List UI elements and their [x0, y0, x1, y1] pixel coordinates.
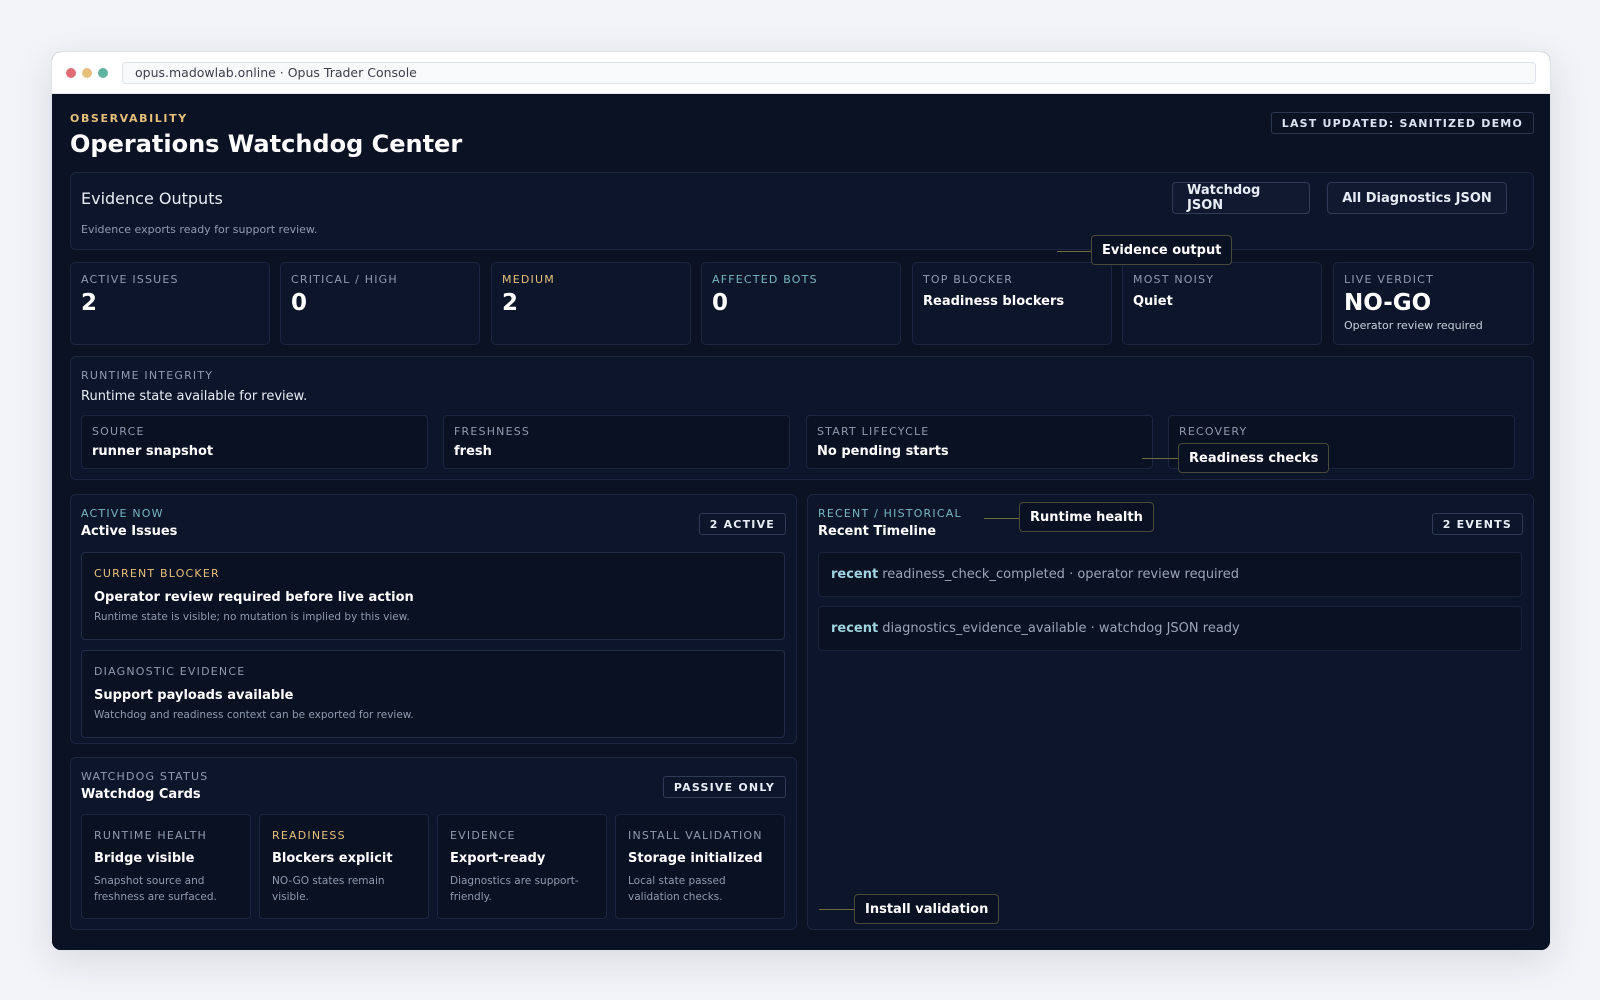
watchdog-cards-panel: WATCHDOG STATUS Watchdog Cards PASSIVE O…	[70, 757, 797, 930]
callout-leader	[819, 909, 855, 910]
metric-value: 2	[81, 290, 98, 316]
metric-label: LIVE VERDICT	[1344, 273, 1434, 286]
metric-critical-high: CRITICAL / HIGH 0	[280, 262, 480, 345]
page-eyebrow: OBSERVABILITY	[70, 112, 188, 125]
metric-value: 0	[291, 290, 308, 316]
all-diagnostics-json-button[interactable]: All Diagnostics JSON	[1327, 182, 1507, 214]
watchdog-card-label: RUNTIME HEALTH	[94, 829, 207, 842]
metric-value: Readiness blockers	[923, 294, 1065, 309]
runtime-card-label: SOURCE	[92, 425, 145, 438]
runtime-card-label: FRESHNESS	[454, 425, 531, 438]
callout-leader	[1142, 458, 1178, 459]
watchdog-card-title: Blockers explicit	[272, 851, 393, 866]
metric-live-verdict: LIVE VERDICT NO-GO Operator review requi…	[1333, 262, 1534, 345]
watchdog-card-title: Storage initialized	[628, 851, 763, 866]
event-tag: recent	[831, 567, 879, 582]
watchdog-card-desc: NO-GO states remain visible.	[272, 875, 385, 903]
timeline-event[interactable]: recent readiness_check_completed · opera…	[818, 552, 1522, 597]
metric-value: NO-GO	[1344, 290, 1432, 316]
callout-runtime-health: Runtime health	[1019, 502, 1154, 532]
browser-chrome: opus.madowlab.online · Opus Trader Conso…	[52, 52, 1550, 94]
close-window-icon[interactable]	[66, 67, 76, 78]
callout-readiness-checks: Readiness checks	[1178, 443, 1330, 473]
timeline-count-badge: 2 EVENTS	[1431, 513, 1523, 535]
watchdog-title: Watchdog Cards	[81, 787, 201, 802]
watchdog-card-desc: Snapshot source and freshness are surfac…	[94, 875, 217, 903]
issue-current-blocker[interactable]: CURRENT BLOCKER Operator review required…	[81, 552, 785, 640]
callout-install-validation: Install validation	[854, 894, 1000, 924]
metric-active-issues: ACTIVE ISSUES 2	[70, 262, 270, 345]
metric-affected-bots: AFFECTED BOTS 0	[701, 262, 901, 345]
issue-title: Operator review required before live act…	[94, 590, 414, 605]
recent-timeline-panel: RECENT / HISTORICAL Recent Timeline 2 EV…	[807, 494, 1534, 930]
runtime-subtitle: Runtime state available for review.	[81, 389, 308, 404]
metric-top-blocker: TOP BLOCKER Readiness blockers	[912, 262, 1112, 345]
active-eyebrow: ACTIVE NOW	[81, 507, 164, 520]
watchdog-eyebrow: WATCHDOG STATUS	[81, 770, 209, 783]
metric-note: Operator review required	[1344, 319, 1483, 332]
metric-label: ACTIVE ISSUES	[81, 273, 179, 286]
issue-desc: Watchdog and readiness context can be ex…	[94, 709, 414, 721]
passive-only-badge: PASSIVE ONLY	[662, 776, 786, 798]
metric-value: 0	[712, 290, 729, 316]
metric-label: MEDIUM	[502, 273, 555, 286]
runtime-start-lifecycle-card: START LIFECYCLE No pending starts	[806, 415, 1153, 469]
issue-title: Support payloads available	[94, 688, 294, 703]
maximize-window-icon[interactable]	[98, 67, 108, 78]
app-content: OBSERVABILITY Operations Watchdog Center…	[52, 94, 1550, 950]
minimize-window-icon[interactable]	[82, 67, 92, 78]
issue-diagnostic-evidence[interactable]: DIAGNOSTIC EVIDENCE Support payloads ava…	[81, 650, 785, 738]
metric-value: 2	[502, 290, 519, 316]
watchdog-card-title: Export-ready	[450, 851, 546, 866]
watchdog-card-title: Bridge visible	[94, 851, 195, 866]
event-text: readiness_check_completed · operator rev…	[882, 567, 1239, 582]
evidence-outputs-panel: Evidence Outputs Evidence exports ready …	[70, 172, 1534, 250]
issue-label: CURRENT BLOCKER	[94, 567, 220, 580]
metric-label: TOP BLOCKER	[923, 273, 1014, 286]
evidence-title: Evidence Outputs	[81, 189, 223, 208]
timeline-eyebrow: RECENT / HISTORICAL	[818, 507, 962, 520]
runtime-card-value: runner snapshot	[92, 444, 214, 459]
watchdog-card-label: READINESS	[272, 829, 346, 842]
address-bar[interactable]: opus.madowlab.online · Opus Trader Conso…	[122, 61, 1536, 84]
watchdog-card-label: INSTALL VALIDATION	[628, 829, 763, 842]
metric-label: AFFECTED BOTS	[712, 273, 818, 286]
runtime-label: RUNTIME INTEGRITY	[81, 369, 214, 382]
event-tag: recent	[831, 621, 879, 636]
browser-window: opus.madowlab.online · Opus Trader Conso…	[51, 51, 1551, 951]
last-updated-badge: LAST UPDATED: SANITIZED DEMO	[1270, 112, 1534, 134]
metric-value: Quiet	[1133, 294, 1173, 309]
watchdog-card-desc: Local state passed validation checks.	[628, 875, 726, 903]
metric-label: CRITICAL / HIGH	[291, 273, 398, 286]
issue-label: DIAGNOSTIC EVIDENCE	[94, 665, 246, 678]
watchdog-json-button[interactable]: Watchdog JSON	[1172, 182, 1310, 214]
evidence-subtitle: Evidence exports ready for support revie…	[81, 223, 318, 236]
page-title: Operations Watchdog Center	[70, 130, 463, 158]
runtime-source-card: SOURCE runner snapshot	[81, 415, 428, 469]
timeline-title: Recent Timeline	[818, 524, 937, 539]
watchdog-card-runtime-health: RUNTIME HEALTH Bridge visible Snapshot s…	[81, 814, 251, 919]
metric-most-noisy: MOST NOISY Quiet	[1122, 262, 1322, 345]
timeline-event[interactable]: recent diagnostics_evidence_available · …	[818, 606, 1522, 651]
metric-label: MOST NOISY	[1133, 273, 1215, 286]
watchdog-card-desc: Diagnostics are support-friendly.	[450, 875, 579, 903]
active-count-badge: 2 ACTIVE	[698, 513, 786, 535]
runtime-card-value: No pending starts	[817, 444, 949, 459]
callout-leader	[984, 518, 1020, 519]
metric-medium: MEDIUM 2	[491, 262, 691, 345]
runtime-card-value: fresh	[454, 444, 492, 459]
runtime-card-label: START LIFECYCLE	[817, 425, 930, 438]
event-text: diagnostics_evidence_available · watchdo…	[882, 621, 1240, 636]
runtime-card-label: RECOVERY	[1179, 425, 1248, 438]
active-issues-panel: ACTIVE NOW Active Issues 2 ACTIVE CURREN…	[70, 494, 797, 744]
active-title: Active Issues	[81, 524, 178, 539]
runtime-freshness-card: FRESHNESS fresh	[443, 415, 790, 469]
watchdog-card-readiness: READINESS Blockers explicit NO-GO states…	[259, 814, 429, 919]
callout-evidence-output: Evidence output	[1091, 235, 1233, 265]
watchdog-card-install-validation: INSTALL VALIDATION Storage initialized L…	[615, 814, 785, 919]
issue-desc: Runtime state is visible; no mutation is…	[94, 611, 410, 623]
callout-leader	[1057, 251, 1095, 252]
watchdog-card-label: EVIDENCE	[450, 829, 516, 842]
watchdog-card-evidence: EVIDENCE Export-ready Diagnostics are su…	[437, 814, 607, 919]
